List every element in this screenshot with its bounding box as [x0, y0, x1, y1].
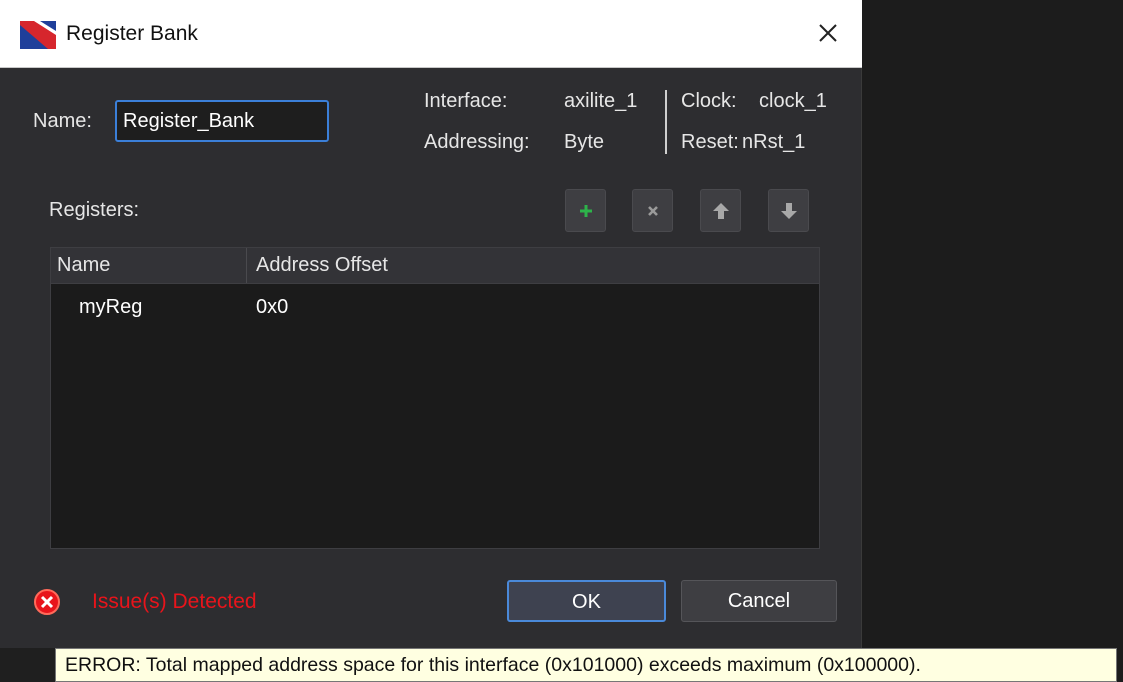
column-header-name[interactable]: Name: [51, 248, 247, 283]
registers-table: Name Address Offset myReg 0x0: [50, 247, 820, 549]
close-button[interactable]: [810, 15, 846, 51]
name-label: Name:: [33, 110, 92, 132]
title-bar: Register Bank: [0, 0, 862, 68]
info-divider: [665, 90, 667, 154]
reset-label: Reset:: [681, 131, 739, 153]
interface-value: axilite_1: [564, 90, 638, 112]
error-tooltip: ERROR: Total mapped address space for th…: [55, 648, 1117, 682]
background-area: [862, 0, 1123, 682]
addressing-value: Byte: [564, 131, 605, 153]
column-header-address-offset[interactable]: Address Offset: [247, 248, 819, 283]
ok-button[interactable]: OK: [507, 580, 666, 622]
table-row[interactable]: myReg 0x0: [51, 288, 819, 326]
interface-label: Interface:: [424, 90, 508, 112]
name-input[interactable]: [115, 100, 329, 142]
clock-value: clock_1: [759, 90, 827, 112]
cancel-button[interactable]: Cancel: [681, 580, 837, 622]
arrow-down-icon: [780, 202, 797, 219]
arrow-up-icon: [712, 202, 729, 219]
app-logo-icon: [20, 21, 56, 49]
error-icon: [34, 589, 60, 615]
register-offset-cell[interactable]: 0x0: [256, 288, 288, 326]
add-register-button[interactable]: [565, 189, 606, 232]
plus-icon: [579, 204, 592, 217]
move-up-button[interactable]: [700, 189, 741, 232]
delete-register-button[interactable]: [632, 189, 673, 232]
clock-label: Clock:: [681, 90, 737, 112]
issues-detected-status[interactable]: Issue(s) Detected: [92, 590, 257, 614]
delete-icon: [647, 205, 658, 216]
addressing-label: Addressing:: [424, 131, 530, 153]
window-title: Register Bank: [66, 22, 198, 45]
register-name-cell[interactable]: myReg: [79, 288, 142, 326]
close-icon: [819, 24, 837, 42]
move-down-button[interactable]: [768, 189, 809, 232]
reset-value: nRst_1: [742, 131, 806, 153]
register-bank-dialog: Register Bank Name: Interface: axilite_1…: [0, 0, 862, 648]
registers-label: Registers:: [49, 199, 140, 221]
table-header: Name Address Offset: [51, 248, 819, 284]
